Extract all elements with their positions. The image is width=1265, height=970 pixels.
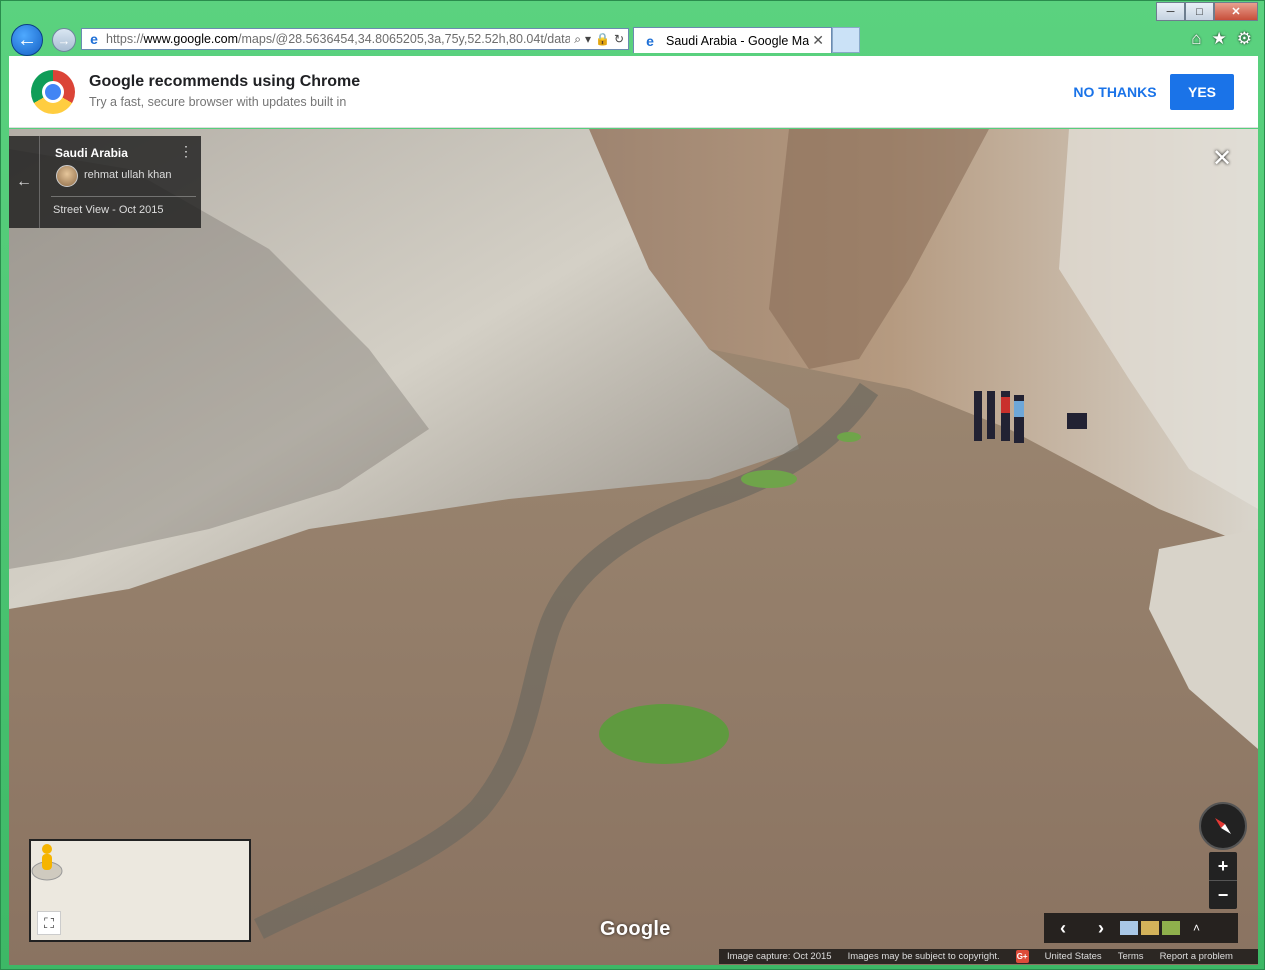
chrome-logo — [31, 70, 75, 114]
url-path: /maps/@28.5636454,34.8065205,3a,75y,52.5… — [238, 32, 571, 46]
minimize-button[interactable]: ─ — [1156, 2, 1185, 21]
ie-icon: e — [90, 31, 98, 47]
image-capture-date: Image capture: Oct 2015 — [727, 951, 832, 962]
toolbar-icons: ⌂ ★ ⚙ — [1191, 29, 1252, 49]
refresh-icon[interactable]: ↻ — [614, 32, 624, 47]
copyright-notice: Images may be subject to copyright. — [847, 951, 1000, 962]
zoom-in-button[interactable]: + — [1209, 852, 1237, 880]
divider — [51, 196, 196, 197]
zoom-out-button[interactable]: − — [1209, 881, 1237, 909]
star-icon[interactable]: ★ — [1212, 29, 1227, 49]
map-footer: Image capture: Oct 2015 Images may be su… — [719, 949, 1258, 964]
photo-thumbnail[interactable] — [1162, 921, 1180, 935]
expand-map-icon[interactable]: ⛶ — [37, 911, 61, 935]
window-controls: ─ □ ✕ — [1156, 2, 1258, 21]
author-name[interactable]: rehmat ullah khan — [84, 169, 171, 181]
forward-button[interactable]: → — [52, 28, 76, 52]
street-view-panorama[interactable]: ← Saudi Arabia ⋮ rehmat ullah khan Stree… — [9, 129, 1258, 965]
region-link[interactable]: United States — [1037, 951, 1110, 962]
banner-subtitle: Try a fast, secure browser with updates … — [89, 95, 347, 109]
address-icons: ⌕ ▾ 🔒 ↻ — [570, 32, 628, 47]
maximize-button[interactable]: □ — [1185, 2, 1214, 21]
zoom-control: + − — [1209, 852, 1237, 909]
no-thanks-button[interactable]: NO THANKS — [1059, 74, 1171, 110]
google-plus-icon[interactable]: G+ — [1015, 950, 1029, 963]
pegman-icon[interactable] — [31, 841, 63, 881]
browser-window: ─ □ ✕ ← → e https://www.google.com/maps/… — [0, 0, 1265, 970]
info-back-button[interactable]: ← — [9, 136, 40, 228]
url-text[interactable]: https://www.google.com/maps/@28.5636454,… — [106, 32, 570, 46]
close-window-button[interactable]: ✕ — [1214, 2, 1258, 21]
tab-google-maps[interactable]: e Saudi Arabia - Google Maps ✕ — [633, 27, 832, 53]
terms-link[interactable]: Terms — [1110, 951, 1152, 962]
url-host: www.google.com — [143, 32, 239, 46]
search-icon[interactable]: ⌕ — [574, 32, 581, 47]
tab-favicon-icon: e — [646, 32, 654, 49]
back-arrow-icon: ← — [16, 173, 32, 190]
close-street-view-icon[interactable]: ✕ — [1210, 147, 1234, 171]
tab-title: Saudi Arabia - Google Maps — [666, 33, 810, 48]
street-view-info-card: ← Saudi Arabia ⋮ rehmat ullah khan Stree… — [9, 136, 201, 228]
compass-icon[interactable] — [1199, 802, 1247, 850]
forward-icon: → — [57, 32, 71, 48]
next-photo-button[interactable]: › — [1082, 918, 1120, 939]
expand-strip-icon[interactable]: ˄ — [1193, 922, 1200, 934]
lock-icon[interactable]: 🔒 — [595, 32, 610, 47]
more-options-icon[interactable]: ⋮ — [179, 144, 193, 158]
google-logo: Google — [600, 918, 671, 940]
previous-photo-button[interactable]: ‹ — [1044, 918, 1082, 939]
new-tab-button[interactable] — [832, 27, 860, 53]
tab-close-icon[interactable]: ✕ — [809, 32, 827, 49]
banner-title: Google recommends using Chrome — [89, 73, 361, 90]
photo-thumbnail[interactable] — [1120, 921, 1138, 935]
address-bar[interactable]: e https://www.google.com/maps/@28.563645… — [81, 28, 629, 50]
chrome-recommendation-banner: Google recommends using Chrome Try a fas… — [9, 56, 1258, 128]
navigation-bar: ← → e https://www.google.com/maps/@28.56… — [9, 23, 1258, 56]
photo-strip: ‹ › ˄ — [1044, 913, 1238, 943]
photo-thumbnail[interactable] — [1141, 921, 1159, 935]
report-problem-link[interactable]: Report a problem — [1152, 951, 1241, 962]
back-button[interactable]: ← — [11, 24, 43, 56]
street-view-date: Street View - Oct 2015 — [53, 204, 164, 216]
home-icon[interactable]: ⌂ — [1191, 29, 1201, 49]
url-prefix: https:// — [106, 32, 144, 46]
back-icon: ← — [17, 28, 37, 51]
dropdown-icon[interactable]: ▾ — [585, 32, 591, 47]
avatar[interactable] — [56, 165, 78, 187]
mini-map[interactable]: ⛶ — [29, 839, 251, 942]
compass-needle — [1215, 818, 1231, 834]
yes-button[interactable]: YES — [1170, 74, 1234, 110]
gear-icon[interactable]: ⚙ — [1237, 29, 1252, 49]
place-name[interactable]: Saudi Arabia — [55, 146, 128, 160]
